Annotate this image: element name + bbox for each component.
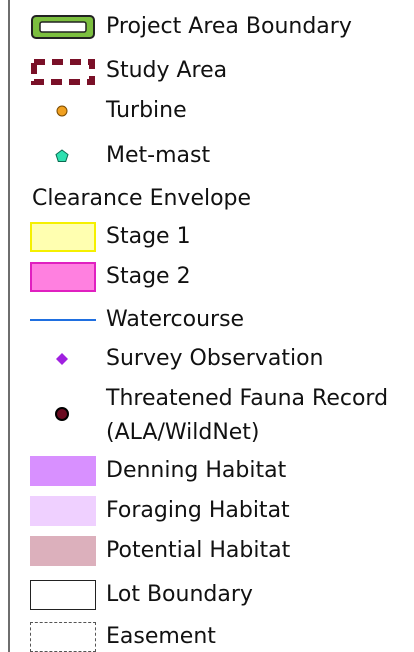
legend-label-line-1: Threatened Fauna Record (106, 386, 389, 411)
watercourse-line-symbol (30, 319, 96, 321)
met-mast-icon (55, 149, 69, 162)
legend-label: Lot Boundary (106, 582, 253, 607)
potential-habitat-swatch (30, 536, 96, 566)
legend-label: Project Area Boundary (106, 14, 352, 39)
legend-label: Watercourse (106, 307, 245, 332)
turbine-icon (56, 105, 68, 117)
legend-label: Potential Habitat (106, 538, 291, 563)
survey-observation-icon (56, 353, 68, 365)
legend-label: Stage 2 (106, 264, 191, 289)
lot-boundary-swatch (30, 580, 96, 610)
map-legend: Project Area Boundary Study Area Turbine… (0, 0, 414, 652)
legend-label: Turbine (106, 98, 187, 123)
project-area-boundary-symbol (31, 15, 95, 39)
legend-group-heading: Clearance Envelope (32, 186, 252, 211)
easement-swatch (30, 622, 96, 652)
stage-2-swatch (30, 262, 96, 292)
legend-label: Met-mast (106, 143, 211, 168)
legend-label: Denning Habitat (106, 458, 287, 483)
stage-1-swatch (30, 222, 96, 252)
legend-label: Easement (106, 624, 216, 649)
foraging-habitat-swatch (30, 496, 96, 526)
legend-label: Survey Observation (106, 346, 324, 371)
legend-label: Study Area (106, 58, 228, 83)
legend-label-line-2: (ALA/WildNet) (106, 420, 260, 445)
threatened-fauna-record-icon (55, 407, 69, 421)
legend-label: Foraging Habitat (106, 498, 290, 523)
study-area-symbol (31, 59, 95, 85)
denning-habitat-swatch (30, 456, 96, 486)
legend-label: Stage 1 (106, 224, 191, 249)
